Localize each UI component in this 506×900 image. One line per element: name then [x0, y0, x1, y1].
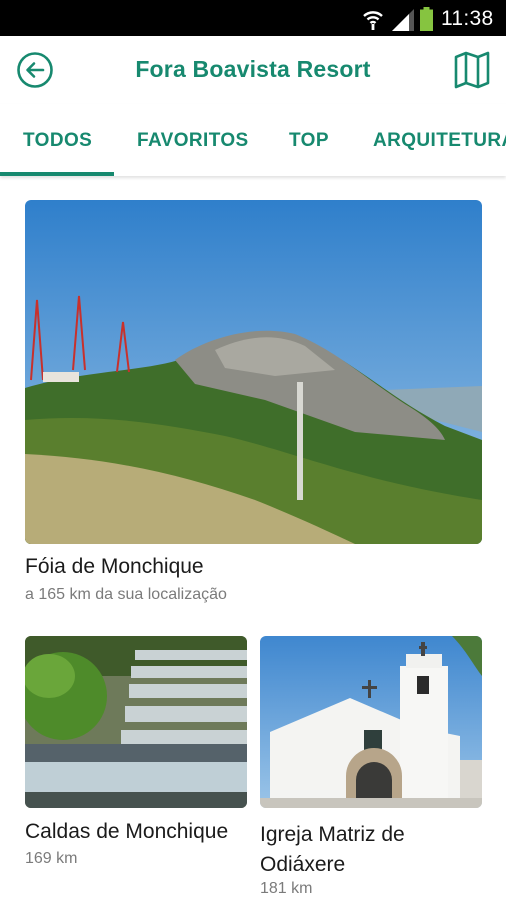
- place-image-caldas[interactable]: [25, 636, 247, 808]
- signal-icon: [392, 9, 414, 31]
- status-bar: 11:38: [0, 0, 506, 36]
- page-title: Fora Boavista Resort: [135, 56, 371, 82]
- white-church-image: [260, 636, 482, 808]
- place-title-igreja[interactable]: Igreja Matriz de Odiáxere: [260, 820, 482, 880]
- mountain-landscape-image: [25, 200, 482, 544]
- place-image-igreja[interactable]: [260, 636, 482, 808]
- place-distance-caldas: 169 km: [25, 850, 78, 867]
- place-title-foia[interactable]: Fóia de Monchique: [25, 555, 204, 579]
- tab-todos[interactable]: TODOS: [23, 130, 92, 152]
- wifi-icon: [363, 11, 383, 30]
- app-bar: Fora Boavista Resort: [0, 36, 506, 104]
- place-image-foia[interactable]: [25, 200, 482, 544]
- status-time: 11:38: [441, 7, 494, 30]
- category-tabs: TODOS FAVORITOS TOP ARQUITETURA: [0, 104, 506, 176]
- tab-top[interactable]: TOP: [289, 130, 329, 152]
- map-icon[interactable]: [454, 51, 490, 89]
- active-tab-indicator: [0, 172, 114, 176]
- place-distance-igreja: 181 km: [260, 880, 313, 897]
- place-title-caldas[interactable]: Caldas de Monchique: [25, 820, 228, 844]
- tab-favoritos[interactable]: FAVORITOS: [137, 130, 249, 152]
- place-distance-foia: a 165 km da sua localização: [25, 586, 227, 603]
- tab-arquitetura[interactable]: ARQUITETURA: [373, 130, 506, 152]
- waterfall-steps-image: [25, 636, 247, 808]
- battery-icon: [420, 7, 433, 31]
